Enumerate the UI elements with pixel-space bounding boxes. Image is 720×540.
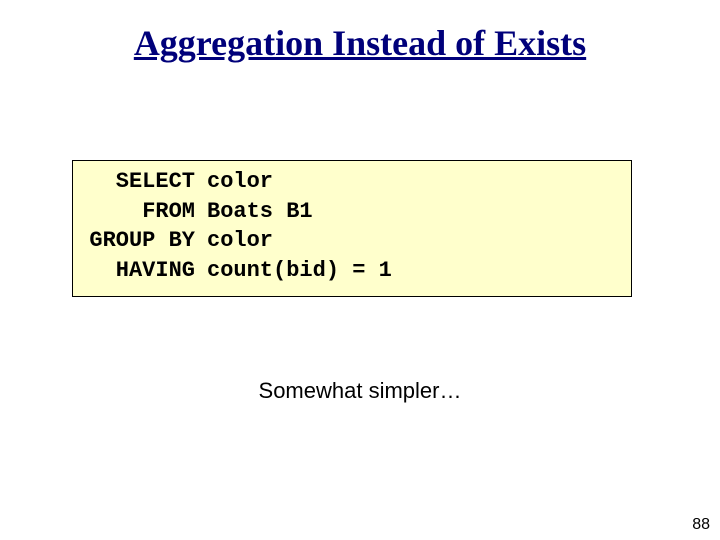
sql-keyword: SELECT — [85, 167, 207, 197]
sql-code-box: SELECT color FROM Boats B1 GROUP BY colo… — [72, 160, 632, 297]
sql-keyword: HAVING — [85, 256, 207, 286]
slide-note: Somewhat simpler… — [0, 378, 720, 404]
sql-keyword: GROUP BY — [85, 226, 207, 256]
slide: Aggregation Instead of Exists SELECT col… — [0, 0, 720, 540]
sql-argument: count(bid) = 1 — [207, 256, 392, 286]
code-row: SELECT color — [85, 167, 619, 197]
code-row: GROUP BY color — [85, 226, 619, 256]
sql-keyword: FROM — [85, 197, 207, 227]
slide-title: Aggregation Instead of Exists — [0, 22, 720, 64]
code-row: FROM Boats B1 — [85, 197, 619, 227]
sql-argument: Boats B1 — [207, 197, 313, 227]
sql-argument: color — [207, 226, 273, 256]
code-row: HAVING count(bid) = 1 — [85, 256, 619, 286]
page-number: 88 — [692, 516, 710, 534]
sql-argument: color — [207, 167, 273, 197]
